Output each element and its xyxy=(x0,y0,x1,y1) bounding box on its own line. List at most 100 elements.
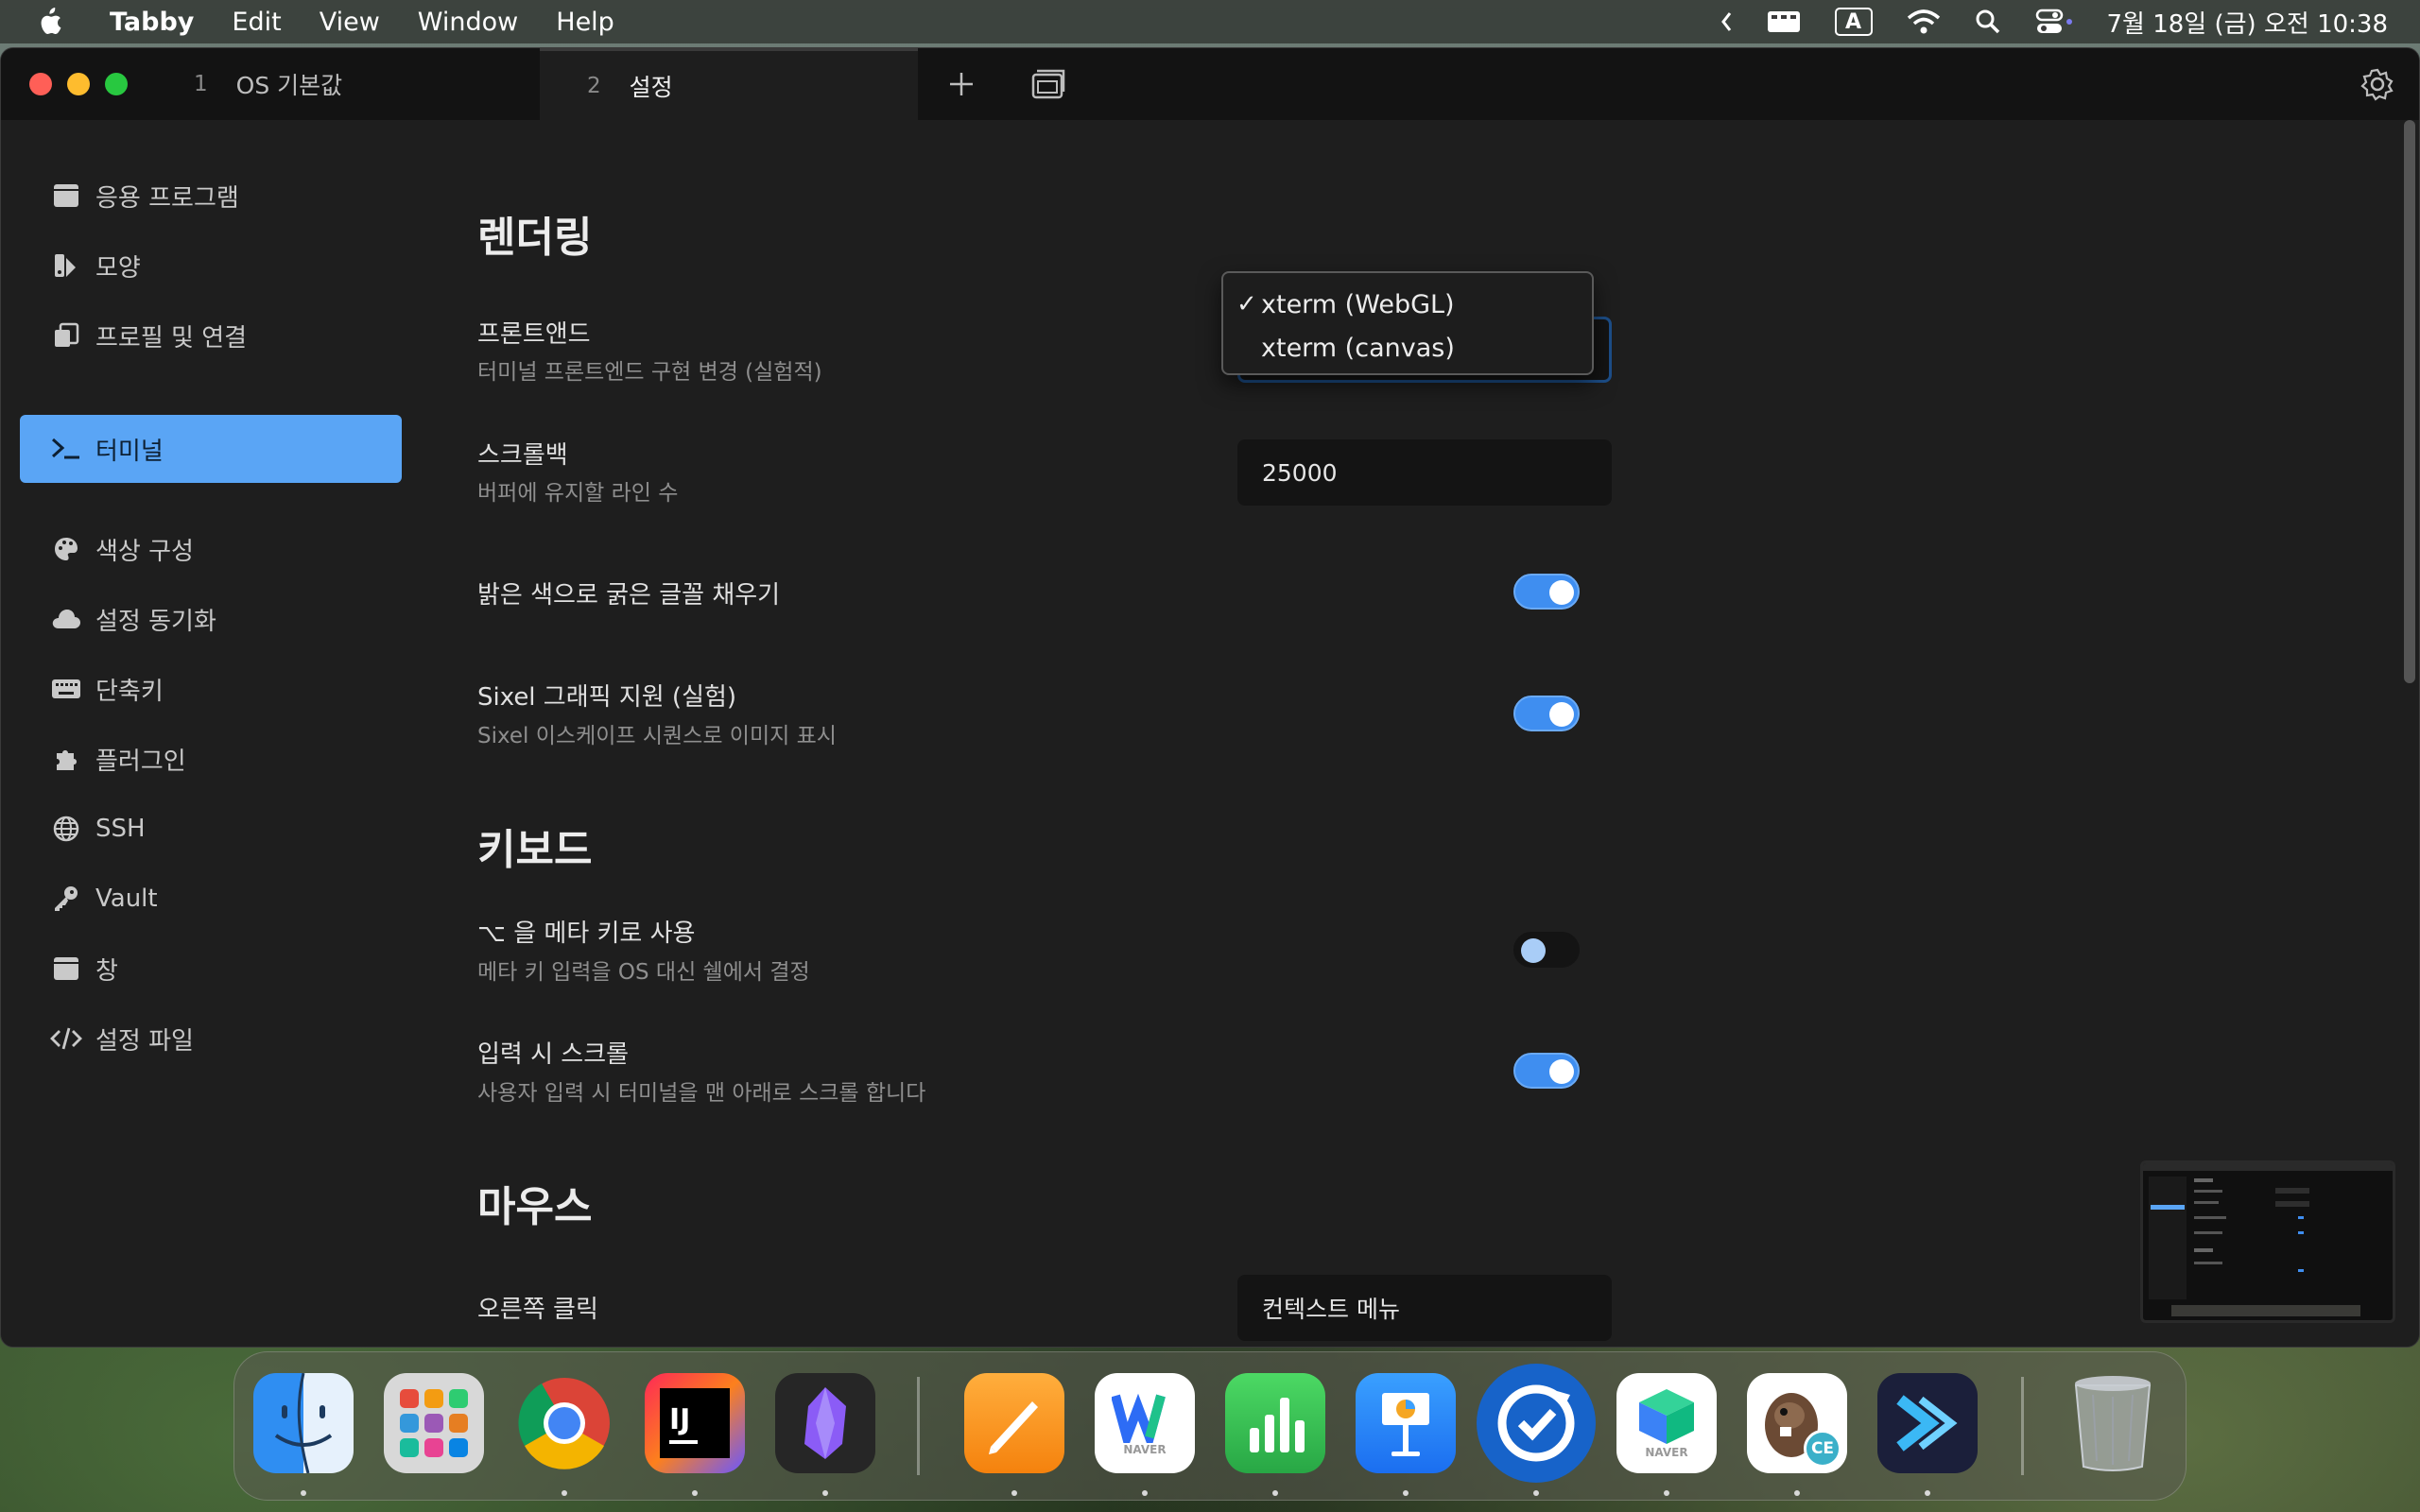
sidebar-item-plugins[interactable]: 플러그인 xyxy=(20,725,402,793)
scrollbar-thumb[interactable] xyxy=(2404,120,2415,683)
toggle-knob xyxy=(1549,1059,1574,1084)
section-title-rendering: 렌더링 xyxy=(477,214,593,262)
naver-label: NAVER xyxy=(1645,1446,1688,1459)
dropdown-option-label: xterm (canvas) xyxy=(1261,333,1455,363)
tab-label: 설정 xyxy=(629,73,673,101)
dock-trash-icon[interactable] xyxy=(2063,1373,2163,1473)
terminal-icon xyxy=(50,433,82,465)
dock-chrome-icon[interactable] xyxy=(514,1373,614,1473)
right-click-title: 오른쪽 클릭 xyxy=(477,1296,598,1324)
sidebar-item-application[interactable]: 응용 프로그램 xyxy=(20,162,402,230)
sixel-toggle[interactable] xyxy=(1513,696,1580,731)
sidebar-item-color-scheme[interactable]: 색상 구성 xyxy=(20,515,402,583)
sidebar-item-label: Vault xyxy=(95,885,158,913)
sidebar-item-label: 응용 프로그램 xyxy=(95,183,239,213)
running-indicator xyxy=(1794,1490,1800,1496)
close-window-button[interactable] xyxy=(29,73,52,95)
sidebar-item-label: 창 xyxy=(95,956,118,986)
dock-numbers-icon[interactable] xyxy=(1225,1373,1325,1473)
gear-icon xyxy=(2360,68,2394,101)
scroll-on-input-toggle[interactable] xyxy=(1513,1053,1580,1089)
dbeaver-ce-badge: CE xyxy=(1804,1430,1841,1468)
scroll-on-input-title: 입력 시 스크롤 xyxy=(477,1040,630,1069)
meta-key-toggle[interactable] xyxy=(1513,932,1580,968)
tab-settings[interactable]: 2 설정 xyxy=(540,48,918,120)
dock-naver-works-icon[interactable]: NAVER xyxy=(1095,1373,1195,1473)
input-source-indicator[interactable]: A xyxy=(1834,8,1873,36)
control-center-icon[interactable] xyxy=(2035,8,2073,36)
content-scrollbar[interactable] xyxy=(2398,120,2419,687)
meta-key-description: 메타 키 입력을 OS 대신 쉘에서 결정 xyxy=(477,960,810,985)
running-indicator xyxy=(1664,1490,1669,1496)
thumbnail-image xyxy=(2143,1163,2393,1316)
dock: IJ NAVER NAVER CE xyxy=(233,1351,2187,1501)
sidebar-item-appearance[interactable]: 모양 xyxy=(20,232,402,300)
frontend-dropdown-menu: ✓ xterm (WebGL) xterm (canvas) xyxy=(1221,271,1594,375)
running-indicator xyxy=(1533,1490,1539,1496)
sidebar-item-label: 모양 xyxy=(95,253,141,283)
scrollback-input[interactable]: 25000 xyxy=(1237,439,1612,506)
sidebar-item-ssh[interactable]: SSH xyxy=(20,795,402,863)
sidebar-item-label: 설정 파일 xyxy=(95,1026,194,1056)
dock-naver-box-icon[interactable]: NAVER xyxy=(1616,1373,1717,1473)
menu-help[interactable]: Help xyxy=(556,8,614,37)
sidebar-item-profiles[interactable]: 프로필 및 연결 xyxy=(20,301,402,369)
right-click-select[interactable]: 컨텍스트 메뉴 xyxy=(1237,1275,1612,1341)
minimize-window-button[interactable] xyxy=(67,73,90,95)
profiles-icon xyxy=(50,319,82,352)
dock-sync-app-icon[interactable] xyxy=(1477,1364,1596,1483)
display-icon[interactable] xyxy=(1767,9,1801,34)
tab-bar: 1 OS 기본값 2 설정 xyxy=(1,48,2419,120)
sidebar-item-hotkeys[interactable]: 단축키 xyxy=(20,655,402,723)
dock-keynote-icon[interactable] xyxy=(1356,1373,1456,1473)
sidebar-item-window[interactable]: 창 xyxy=(20,935,402,1003)
intellij-label: IJ xyxy=(669,1402,691,1436)
tab-os-default[interactable]: 1 OS 기본값 xyxy=(147,48,528,120)
window-stack-icon xyxy=(1031,69,1065,99)
keyboard-icon xyxy=(50,673,82,705)
sidebar-item-label: 단축키 xyxy=(95,677,164,706)
dock-obsidian-icon[interactable] xyxy=(775,1373,875,1473)
chevron-left-icon[interactable] xyxy=(1720,10,1733,33)
menu-view[interactable]: View xyxy=(320,8,380,37)
clock[interactable]: 7월 18일 (금) 오전 10:38 xyxy=(2107,5,2389,40)
dock-finder-icon[interactable] xyxy=(253,1373,354,1473)
bold-bright-toggle[interactable] xyxy=(1513,574,1580,610)
window-icon xyxy=(50,953,82,985)
sixel-title: Sixel 그래픽 지원 (실험) xyxy=(477,683,737,712)
section-title-mouse: 마우스 xyxy=(477,1183,593,1231)
running-indicator xyxy=(1925,1490,1930,1496)
dropdown-option-webgl[interactable]: ✓ xterm (WebGL) xyxy=(1236,284,1582,324)
profiles-button[interactable] xyxy=(1029,65,1067,103)
sidebar-item-vault[interactable]: Vault xyxy=(20,865,402,933)
running-indicator xyxy=(301,1490,306,1496)
palette-icon xyxy=(50,533,82,565)
menu-bar: Tabby Edit View Window Help A 7월 18일 (금)… xyxy=(0,0,2420,43)
dock-tabby-icon[interactable] xyxy=(1877,1373,1978,1473)
sidebar-item-config-file[interactable]: 설정 파일 xyxy=(20,1005,402,1073)
screenshot-thumbnail[interactable] xyxy=(2140,1160,2395,1323)
wifi-icon[interactable] xyxy=(1907,9,1941,35)
search-icon[interactable] xyxy=(1975,9,2001,35)
dock-pages-icon[interactable] xyxy=(964,1373,1064,1473)
settings-gear-button[interactable] xyxy=(2360,67,2394,105)
menu-window[interactable]: Window xyxy=(418,8,518,37)
dock-dbeaver-icon[interactable]: CE xyxy=(1747,1373,1847,1473)
naver-label: NAVER xyxy=(1123,1443,1167,1456)
sidebar-item-label: 플러그인 xyxy=(95,747,186,776)
dropdown-option-canvas[interactable]: xterm (canvas) xyxy=(1236,328,1582,368)
tab-number: 2 xyxy=(587,73,601,98)
sidebar-item-config-sync[interactable]: 설정 동기화 xyxy=(20,585,402,653)
new-tab-button[interactable] xyxy=(942,65,980,103)
dock-launchpad-icon[interactable] xyxy=(384,1373,484,1473)
apple-icon[interactable] xyxy=(36,7,64,37)
sidebar-item-label: 설정 동기화 xyxy=(95,607,216,636)
key-icon xyxy=(50,883,82,915)
menu-edit[interactable]: Edit xyxy=(232,8,281,37)
tab-number: 1 xyxy=(194,72,208,96)
sidebar-item-terminal[interactable]: 터미널 xyxy=(20,415,402,483)
zoom-window-button[interactable] xyxy=(105,73,128,95)
menu-app-name[interactable]: Tabby xyxy=(110,8,194,37)
dock-intellij-icon[interactable]: IJ xyxy=(645,1373,745,1473)
toggle-knob xyxy=(1549,702,1574,727)
